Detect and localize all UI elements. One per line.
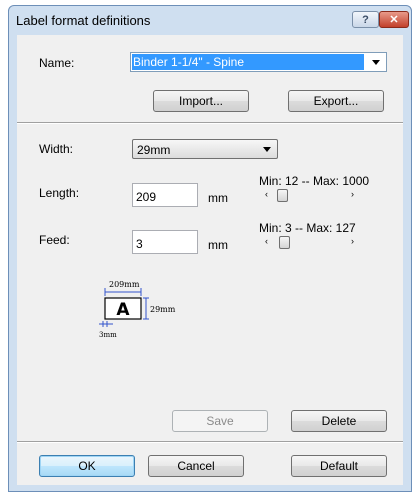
slider-right-arrow-icon[interactable]: ›: [351, 236, 354, 246]
length-label: Length:: [39, 186, 80, 200]
label-sample-letter: A: [116, 300, 130, 320]
feed-dimension-text: 3mm: [99, 331, 117, 339]
name-combobox-value: Binder 1-1/4" - Spine: [132, 54, 364, 70]
ok-button[interactable]: OK: [39, 455, 135, 477]
length-input[interactable]: 209: [132, 183, 198, 207]
help-button[interactable]: ?: [352, 11, 379, 28]
separator: [17, 122, 403, 124]
close-button[interactable]: ✕: [379, 11, 409, 28]
window-title: Label format definitions: [16, 13, 151, 28]
dialog-client-area: Name: Binder 1-1/4" - Spine Import... Ex…: [17, 35, 403, 485]
length-dimension-text: 209mm: [109, 280, 140, 289]
cancel-button[interactable]: Cancel: [148, 455, 244, 477]
slider-left-arrow-icon[interactable]: ‹: [265, 189, 268, 199]
label-preview-diagram: 209mm A 29mm 3mm: [99, 280, 176, 339]
width-dropdown[interactable]: 29mm: [132, 139, 278, 159]
width-dropdown-value: 29mm: [137, 143, 171, 157]
feed-slider-thumb[interactable]: [279, 236, 290, 249]
length-slider[interactable]: ‹ ›: [259, 189, 361, 202]
feed-slider[interactable]: ‹ ›: [259, 236, 361, 249]
dialog-window: Label format definitions ? ✕ Name: Binde…: [8, 5, 412, 492]
separator: [17, 441, 403, 443]
title-bar[interactable]: Label format definitions ? ✕: [9, 6, 411, 34]
slider-left-arrow-icon[interactable]: ‹: [265, 236, 268, 246]
feed-input[interactable]: 3: [132, 230, 198, 254]
slider-right-arrow-icon[interactable]: ›: [351, 189, 354, 199]
name-label: Name:: [39, 56, 75, 70]
delete-button[interactable]: Delete: [291, 410, 387, 432]
length-slider-thumb[interactable]: [277, 189, 288, 202]
feed-range-label: Min: 3 -- Max: 127: [259, 221, 356, 235]
width-dimension-text: 29mm: [150, 305, 176, 314]
name-combobox[interactable]: Binder 1-1/4" - Spine: [130, 52, 387, 72]
export-button[interactable]: Export...: [288, 90, 384, 112]
chevron-down-icon[interactable]: [372, 60, 380, 65]
close-icon: ✕: [389, 14, 399, 26]
help-icon: ?: [362, 13, 369, 26]
save-button[interactable]: Save: [172, 410, 268, 432]
default-button[interactable]: Default: [291, 455, 387, 477]
length-unit: mm: [208, 191, 228, 205]
feed-label: Feed:: [39, 233, 70, 247]
chevron-down-icon[interactable]: [263, 147, 271, 152]
width-label: Width:: [39, 142, 74, 156]
feed-unit: mm: [208, 238, 228, 252]
import-button[interactable]: Import...: [153, 90, 249, 112]
length-range-label: Min: 12 -- Max: 1000: [259, 174, 370, 188]
